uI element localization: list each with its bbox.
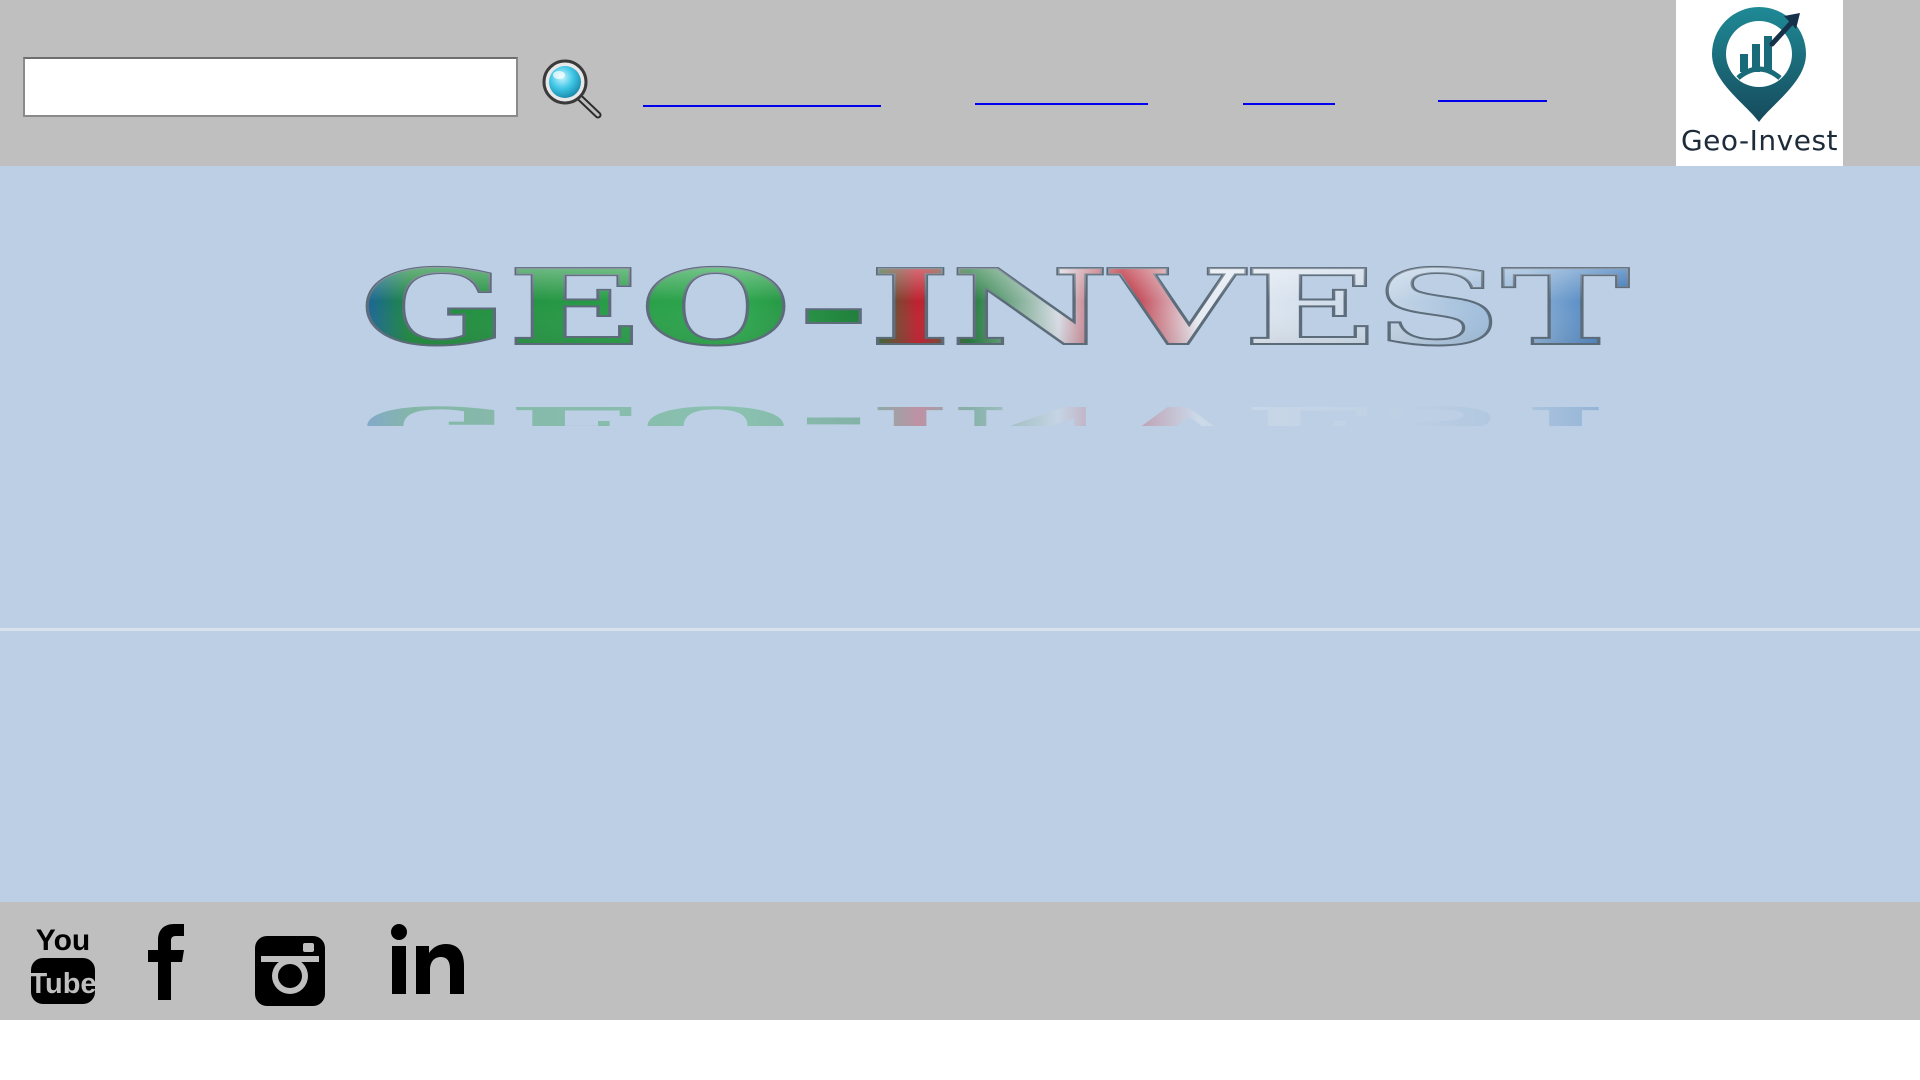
brand-logo[interactable]: Geo-Invest — [1676, 0, 1843, 166]
header-bar: Geo-Invest — [0, 0, 1920, 166]
linkedin-link[interactable] — [390, 924, 466, 996]
youtube-icon: You Tube — [29, 924, 97, 1004]
hero-section: GEO-INVEST GEO-INVEST GEO-INVEST — [0, 166, 1920, 902]
nav-link-4[interactable] — [1438, 100, 1547, 102]
brand-logo-text: Geo-Invest — [1680, 124, 1839, 157]
location-pin-chart-icon — [1712, 7, 1806, 122]
search-button[interactable] — [538, 54, 604, 120]
facebook-link[interactable] — [146, 924, 186, 1000]
facebook-icon — [148, 924, 184, 1000]
instagram-link[interactable] — [253, 934, 327, 1008]
nav-link-3[interactable] — [1243, 103, 1335, 105]
svg-text:GEO-INVEST: GEO-INVEST — [360, 394, 1630, 426]
linkedin-icon — [391, 924, 464, 994]
nav-link-1[interactable] — [643, 105, 881, 107]
magnifier-icon — [542, 59, 602, 119]
search-input[interactable] — [23, 57, 518, 117]
svg-text:You: You — [36, 924, 90, 957]
hero-divider — [0, 628, 1920, 631]
hero-wordmark: GEO-INVEST GEO-INVEST GEO-INVEST — [359, 245, 1631, 426]
instagram-icon — [255, 936, 325, 1006]
svg-text:Tube: Tube — [30, 968, 96, 1000]
youtube-link[interactable]: You Tube — [29, 920, 97, 1006]
nav-link-2[interactable] — [975, 103, 1148, 105]
svg-text:GEO-INVEST: GEO-INVEST — [360, 246, 1630, 369]
footer-bar: You Tube — [0, 902, 1920, 1020]
